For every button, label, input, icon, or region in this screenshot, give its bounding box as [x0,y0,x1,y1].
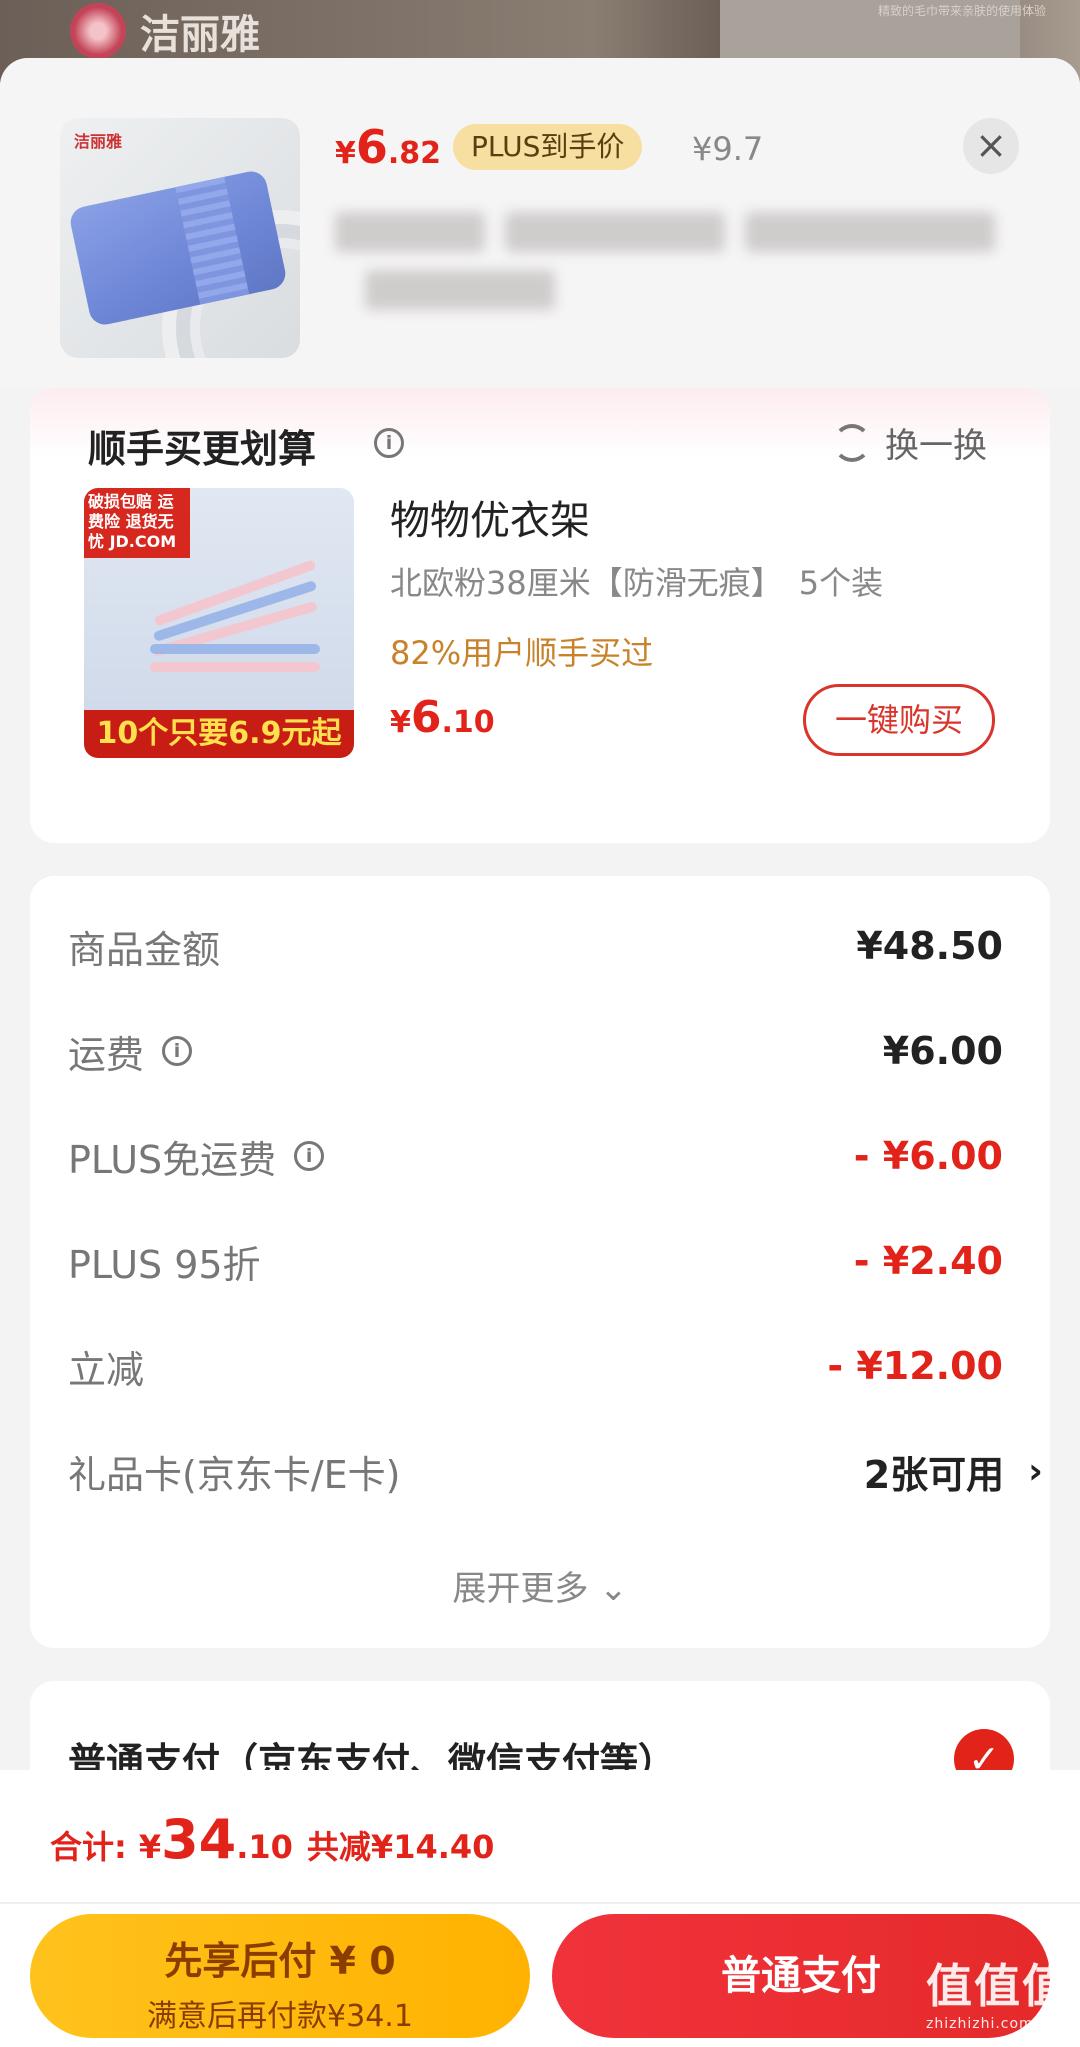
summary-value: 2张可用 [863,1452,1005,1497]
summary-label: 礼品卡(京东卡/E卡) [68,1452,401,1497]
gift-card-value: 2张可用 › [864,1444,1043,1499]
original-price: ¥9.7 [692,130,764,168]
close-icon[interactable]: × [963,118,1019,174]
bottom-action-bar: 合计: ¥ 34 .10 共减¥14.40 先享后付 ¥ 0 满意后再付款¥34… [0,1770,1080,2047]
summary-label: 立减 [68,1347,145,1392]
plus-price-tag: PLUS到手价 [453,124,643,170]
info-icon[interactable]: i [374,428,404,458]
summary-row-plus-free-shipping: PLUS免运费 i - ¥6.00 [68,1126,1003,1186]
total-currency: ¥ [138,1828,162,1866]
summary-label: PLUS免运费 [68,1137,277,1182]
total-decimal: .10 [236,1828,293,1866]
add-on-recommendation-card: 顺手买更划算 i 换一换 破损包赔 运费险 退货无忧 JD.COM 10个只要6… [30,388,1050,843]
hanger-illustration [150,559,320,688]
site-watermark: 值值值 zhizhizhi.com [926,1950,1070,2032]
info-icon[interactable]: i [294,1141,325,1171]
swap-label: 换一换 [885,426,987,466]
brand-flower-icon [70,3,126,59]
price-decimal: .10 [441,705,495,740]
total-savings: 共减¥14.40 [306,1828,495,1866]
pay-later-sub-label: 满意后再付款¥34.1 [147,1999,413,2034]
order-total: 合计: ¥ 34 .10 共减¥14.40 [50,1808,494,1871]
recommend-item-stat: 82%用户顺手买过 [390,634,654,672]
recommend-item-name[interactable]: 物物优衣架 [390,488,590,546]
pay-later-button[interactable]: 先享后付 ¥ 0 满意后再付款¥34.1 [30,1914,530,2038]
summary-value: - ¥2.40 [853,1239,1003,1283]
expand-more-button[interactable]: 展开更多 ⌄ [30,1561,1050,1610]
price-decimal: .82 [387,136,442,171]
product-header: 洁丽雅 ¥ 6 .82 PLUS到手价 ¥9.7 × [0,58,1080,388]
recommend-item-spec: 北欧粉38厘米【防滑无痕】 5个装 [390,564,884,602]
price-integer: 6 [410,692,442,743]
summary-row-goods-amount: 商品金额 ¥48.50 [68,916,1003,976]
summary-value: - ¥6.00 [853,1134,1003,1178]
swap-button[interactable]: 换一换 [833,418,987,467]
summary-row-instant-discount: 立减 - ¥12.00 [68,1336,1003,1396]
one-click-buy-button[interactable]: 一键购买 [803,684,995,756]
price-currency: ¥ [390,705,411,740]
summary-row-gift-card[interactable]: 礼品卡(京东卡/E卡) 2张可用 › [68,1441,1043,1501]
summary-label-group: PLUS免运费 i [68,1129,325,1184]
divider [0,1902,1080,1904]
price-summary-card: 商品金额 ¥48.50 运费 i ¥6.00 PLUS免运费 i - ¥6.00… [30,876,1050,1648]
info-icon[interactable]: i [162,1036,193,1066]
watermark-sub: zhizhizhi.com [926,2016,1034,2032]
summary-label: 运费 [68,1032,145,1077]
product-plus-price: ¥ 6 .82 [335,120,441,174]
background-note: 精致的毛巾带来亲肤的使用体验 [877,4,1046,18]
recommend-title: 顺手买更划算 [88,427,317,471]
summary-row-plus-discount: PLUS 95折 - ¥2.40 [68,1231,1003,1291]
total-label: 合计: [50,1828,127,1866]
summary-label: PLUS 95折 [68,1242,261,1287]
product-thumbnail[interactable]: 洁丽雅 [60,118,300,358]
checkout-sheet: 洁丽雅 ¥ 6 .82 PLUS到手价 ¥9.7 × 顺手买更划算 i 换一换 [0,58,1080,2047]
thumbnail-brand: 洁丽雅 [74,132,123,151]
guarantee-badge: 破损包赔 运费险 退货无忧 JD.COM [84,488,190,558]
blurred-product-title [335,208,1015,318]
total-integer: 34 [161,1808,237,1871]
summary-value: - ¥12.00 [827,1344,1003,1388]
pay-later-main-label: 先享后付 ¥ 0 [164,1939,396,1983]
background-brand-name: 洁丽雅 [140,12,260,58]
refresh-icon [833,423,871,462]
chevron-right-icon: › [1028,1450,1043,1492]
summary-row-shipping: 运费 i ¥6.00 [68,1021,1003,1081]
item-promo-banner: 10个只要6.9元起 [84,710,354,758]
background-brand-logo: 洁丽雅 [70,2,260,60]
price-currency: ¥ [335,136,356,171]
summary-value: ¥48.50 [856,924,1003,968]
recommend-item-image[interactable]: 破损包赔 运费险 退货无忧 JD.COM 10个只要6.9元起 [84,488,354,758]
summary-label-group: 运费 i [68,1024,193,1079]
price-integer: 6 [355,120,388,174]
summary-label: 商品金额 [68,927,221,972]
recommend-item-price: ¥ 6 .10 [390,692,495,743]
watermark-text: 值值值 [926,1959,1070,2013]
summary-value: ¥6.00 [882,1029,1003,1073]
